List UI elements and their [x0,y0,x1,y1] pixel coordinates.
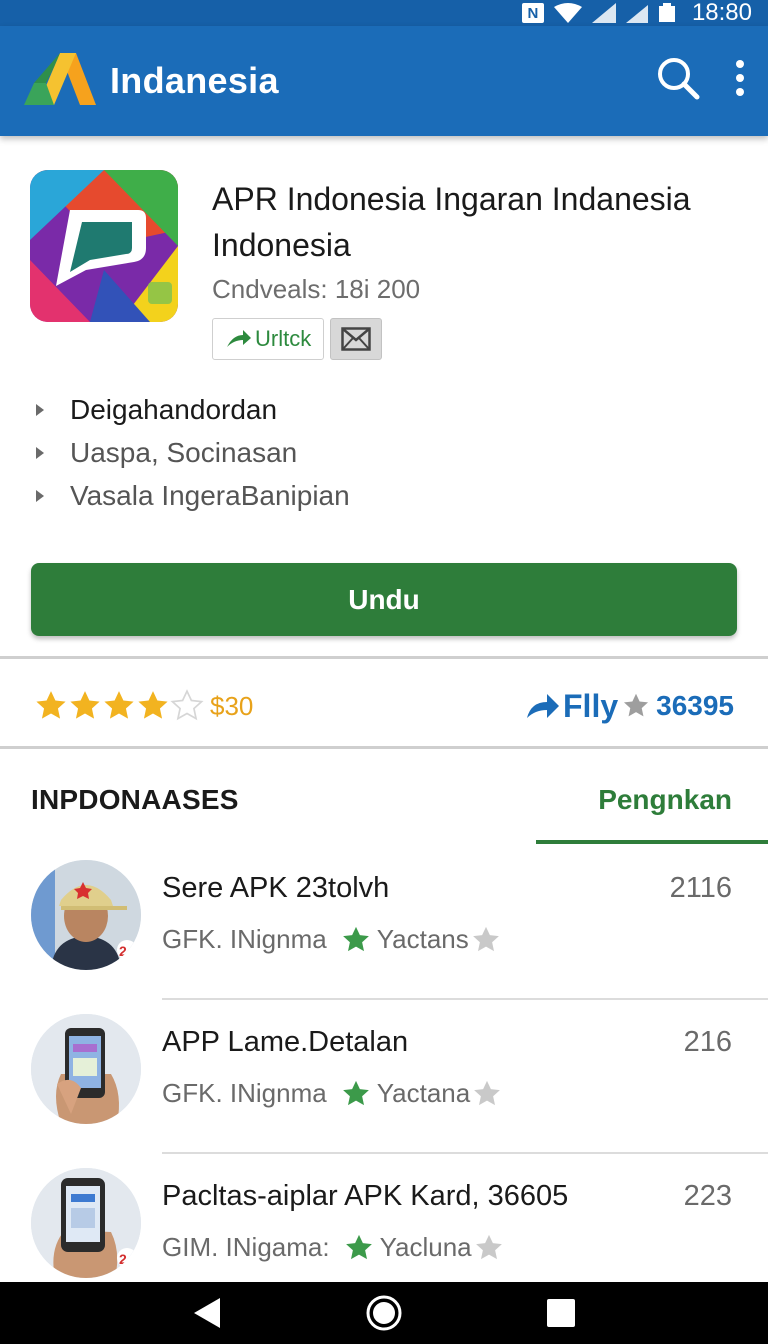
category-label: Urltck [255,326,312,351]
app-logo-icon[interactable] [30,170,178,322]
green-star-icon [345,1234,372,1259]
feature-list: Deigahandordan Uaspa, Socinasan Vasala I… [30,388,730,517]
feature-item: Uaspa, Socinasan [30,431,730,474]
avatar [31,1014,141,1124]
item-meta: GFK. INignma Yactana [162,1078,504,1109]
green-star-icon [342,1080,369,1105]
feature-item: Deigahandordan [30,388,730,431]
share-count: 36395 [656,690,734,721]
section-tabs: INPDONAASES Pengnkan [0,756,768,844]
feature-item: Vasala IngeraBanipian [30,474,730,517]
list-item[interactable]: APP Lame.Detalan GFK. INignma Yactana 21… [0,1000,768,1154]
bullet-arrow-icon [36,446,44,459]
search-icon[interactable] [656,56,700,100]
app-title: Indanesia [110,60,279,101]
star-rating [34,689,204,723]
rating-row: $30 Flly 36395 [0,664,768,748]
star-filled-icon [70,691,100,719]
mail-badge[interactable] [330,318,383,360]
share-button[interactable]: Flly 36395 [525,688,734,725]
star-filled-icon [138,691,168,719]
bullet-arrow-icon [36,403,44,416]
status-bar: N 18:80 [0,0,768,26]
avatar: 2 [31,1168,141,1278]
star-filled-icon [36,691,66,719]
divider [0,746,768,749]
divider [0,656,768,659]
share-arrow-icon [527,694,559,718]
tab-label: Pengnkan [598,784,732,815]
app-badges: Urltck [212,318,383,360]
section-title[interactable]: INPDONAASES [31,784,239,816]
signal-icon-2 [625,5,648,23]
tab-pengnkan[interactable]: Pengnkan [536,756,768,844]
share-label: Flly [563,687,619,724]
green-star-icon [342,926,369,951]
item-tag: Yacluna [379,1232,472,1262]
notification-n-icon: N [521,3,544,23]
signal-icon [591,3,616,23]
recents-icon[interactable] [546,1298,576,1328]
bullet-arrow-icon [36,489,44,502]
item-title: Sere APK 23tolvh [162,872,390,904]
gray-star-icon [474,1080,501,1105]
star-filled-icon [104,691,134,719]
svg-text:2: 2 [119,943,127,959]
list-item[interactable]: 2 Sere APK 23tolvh GFK. INignma Yactans … [0,846,768,1000]
battery-icon [658,3,675,22]
home-icon[interactable] [365,1294,403,1332]
app-header: APR Indonesia Ingaran Indanesia Indonesi… [30,170,738,370]
item-meta: GFK. INignma Yactans [162,924,503,955]
avatar: 2 [31,860,141,970]
app-name: APR Indonesia Ingaran Indanesia Indonesi… [212,181,691,263]
wifi-icon [553,3,582,23]
gray-star-icon [624,693,649,717]
item-publisher: GFK. INignma [162,1078,327,1108]
item-title: APP Lame.Detalan [162,1026,409,1058]
app-bar: Indanesia [0,26,768,136]
item-count: 2116 [669,872,732,904]
item-tag: Yactans [376,924,469,954]
rating-price: $30 [210,690,254,721]
category-badge[interactable]: Urltck [212,318,325,360]
download-button[interactable]: Undu [31,563,737,636]
arrow-icon [227,330,251,347]
clock: 18:80 [691,0,752,26]
logo-icon [24,53,96,105]
svg-text:2: 2 [119,1251,127,1267]
item-publisher: GFK. INignma [162,924,327,954]
back-icon[interactable] [192,1296,222,1330]
gray-star-icon [475,1234,502,1259]
star-empty-icon [170,689,204,721]
item-title: Pacltas-aiplar APK Kard, 36605 [162,1180,569,1212]
app-list: 2 Sere APK 23tolvh GFK. INignma Yactans … [0,846,768,1308]
item-publisher: GIM. INigama: [162,1232,330,1262]
system-nav-bar [0,1282,768,1344]
item-meta: GIM. INigama: Yacluna [162,1232,506,1263]
mail-icon [341,327,371,351]
item-tag: Yactana [376,1078,471,1108]
item-count: 216 [683,1026,732,1058]
item-count: 223 [683,1180,732,1212]
download-count: Cndveals: 18i 200 [212,274,421,304]
more-vert-icon[interactable] [734,58,746,98]
gray-star-icon [472,926,499,951]
